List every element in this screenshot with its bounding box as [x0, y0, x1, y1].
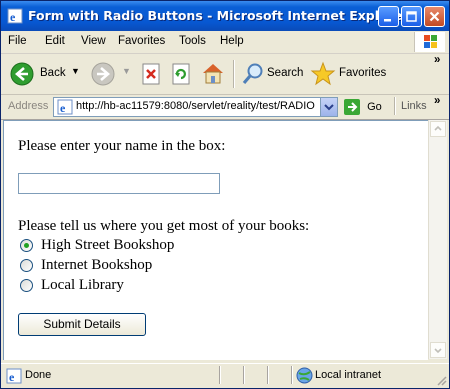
submit-button[interactable]: Submit Details [18, 313, 146, 336]
intranet-globe-icon [296, 367, 313, 387]
radio-label: High Street Bookshop [41, 237, 175, 253]
toolbar-separator [233, 60, 235, 88]
menu-bar: File Edit View Favorites Tools Help [1, 31, 449, 54]
favorites-button-label[interactable]: Favorites [339, 67, 386, 79]
back-dropdown-icon[interactable]: ▼ [71, 66, 80, 76]
close-icon [429, 11, 440, 22]
minimize-button[interactable] [378, 6, 399, 27]
maximize-icon [406, 11, 417, 22]
radio-label: Internet Bookshop [41, 257, 153, 273]
status-text: Done [25, 369, 52, 381]
menu-help[interactable]: Help [220, 35, 244, 47]
title-bar[interactable]: e Form with Radio Buttons - Microsoft In… [1, 1, 449, 31]
address-bar: Address e http://hb-ac11579:8080/servlet… [1, 95, 449, 120]
browser-window: e Form with Radio Buttons - Microsoft In… [0, 0, 450, 389]
refresh-icon[interactable] [171, 63, 191, 88]
svg-text:e: e [9, 370, 15, 384]
go-button[interactable]: Go [343, 98, 382, 116]
status-bar: e Done Local intranet [1, 363, 449, 388]
status-divider [243, 366, 245, 384]
ie-app-icon: e [7, 8, 23, 24]
maximize-button[interactable] [401, 6, 422, 27]
forward-dropdown-icon[interactable]: ▼ [122, 66, 131, 76]
links-button[interactable]: Links [401, 100, 427, 112]
standard-toolbar: Back ▼ ▼ Search Favorites » [1, 54, 449, 95]
favorites-star-icon[interactable] [310, 61, 336, 90]
back-button-label[interactable]: Back [40, 67, 66, 79]
chevron-up-icon [434, 125, 442, 131]
name-input[interactable] [18, 173, 220, 194]
books-prompt: Please tell us where you get most of you… [18, 218, 310, 234]
chevron-down-icon [434, 348, 442, 354]
scroll-up-button[interactable] [430, 121, 446, 137]
menu-view[interactable]: View [81, 35, 106, 47]
toolbar-chevron-icon[interactable]: » [434, 54, 440, 66]
home-icon[interactable] [201, 62, 225, 87]
page-icon: e [57, 99, 73, 118]
search-button-label[interactable]: Search [267, 67, 303, 79]
stop-icon[interactable] [141, 63, 161, 88]
radio-button[interactable] [20, 259, 33, 272]
resize-grip-icon[interactable] [435, 374, 447, 388]
radio-button-selected[interactable] [20, 239, 33, 252]
address-url: http://hb-ac11579:8080/servlet/reality/t… [76, 100, 315, 112]
radio-label: Local Library [41, 277, 124, 293]
address-separator [394, 97, 396, 115]
status-divider [219, 366, 221, 384]
minimize-icon [384, 19, 391, 22]
forward-arrow-icon[interactable] [91, 62, 115, 89]
address-input[interactable]: e http://hb-ac11579:8080/servlet/reality… [53, 97, 338, 117]
go-label: Go [367, 101, 382, 113]
links-chevron-icon[interactable]: » [434, 95, 440, 107]
name-prompt: Please enter your name in the box: [18, 138, 226, 154]
scroll-down-button[interactable] [430, 342, 446, 358]
svg-text:e: e [60, 101, 66, 115]
menu-edit[interactable]: Edit [45, 35, 65, 47]
window-title: Form with Radio Buttons - Microsoft Inte… [28, 8, 409, 23]
search-icon[interactable] [241, 62, 265, 89]
page-content: Please enter your name in the box: Pleas… [3, 120, 428, 360]
page-done-icon: e [6, 368, 22, 387]
security-zone-label: Local intranet [315, 369, 382, 381]
menu-file[interactable]: File [8, 35, 27, 47]
chevron-down-icon [324, 104, 334, 111]
back-arrow-icon[interactable] [10, 62, 34, 89]
status-divider [267, 366, 269, 384]
svg-text:e: e [10, 10, 16, 24]
close-button[interactable] [424, 6, 445, 27]
go-arrow-icon [344, 99, 360, 115]
address-label: Address [8, 100, 49, 112]
vertical-scrollbar[interactable] [428, 120, 447, 359]
status-divider [291, 366, 293, 384]
windows-logo-icon [414, 32, 445, 52]
menu-favorites[interactable]: Favorites [118, 35, 165, 47]
menu-tools[interactable]: Tools [179, 35, 206, 47]
address-dropdown-button[interactable] [320, 98, 337, 116]
radio-button[interactable] [20, 279, 33, 292]
